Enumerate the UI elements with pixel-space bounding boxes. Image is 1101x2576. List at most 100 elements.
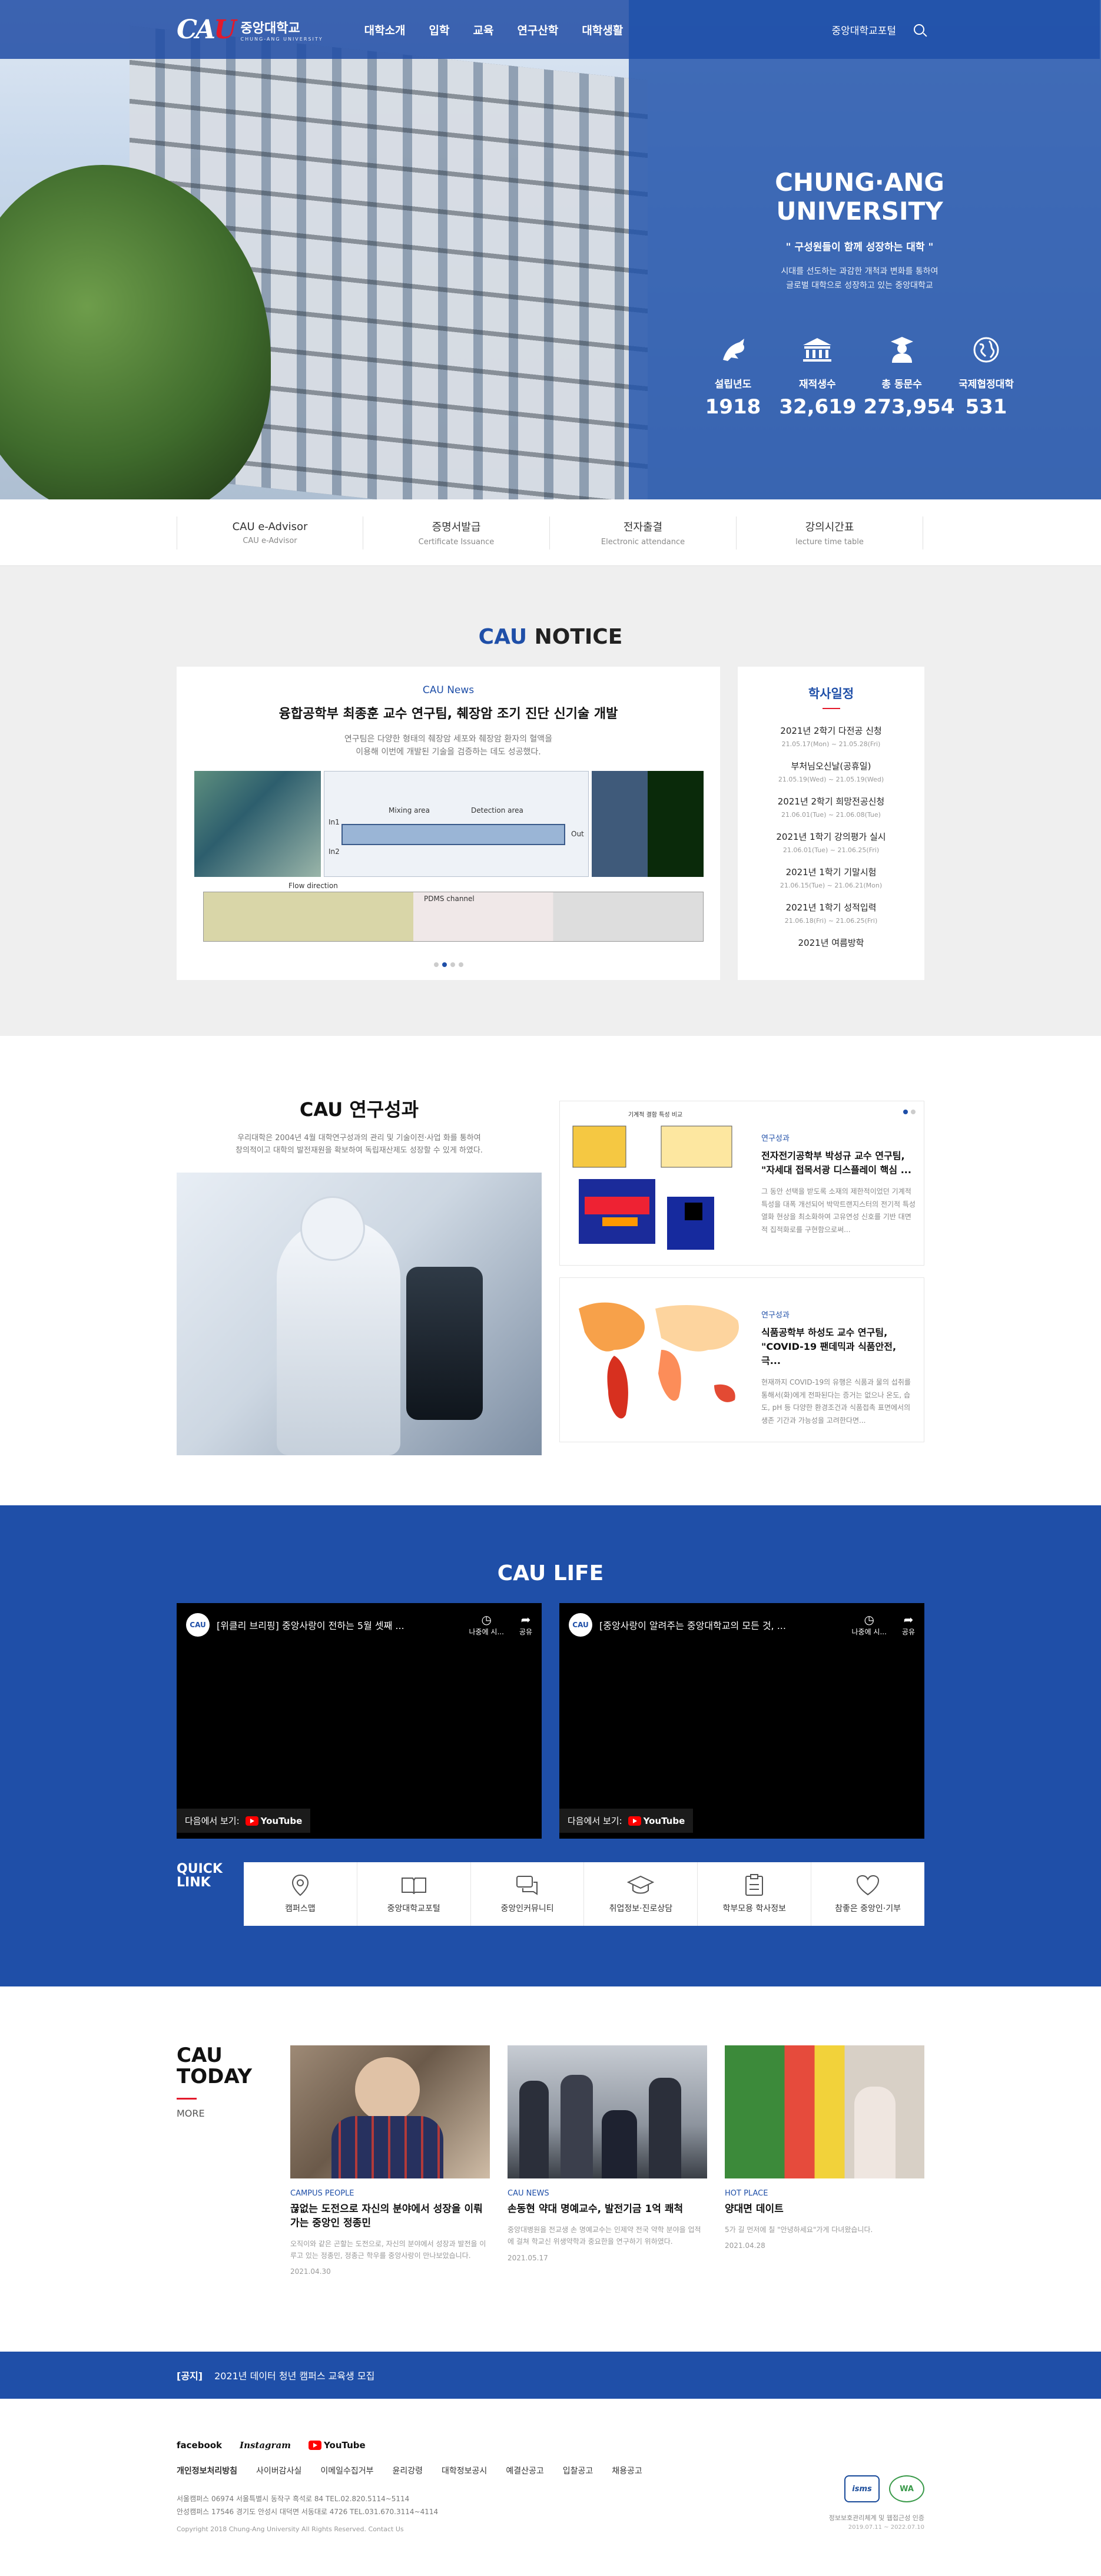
notice-text[interactable]: 2021년 데이터 청년 캠퍼스 교육생 모집: [214, 2368, 374, 2382]
calendar-item[interactable]: 부처님오신날(공휴일) 21.05.19(Wed) ~ 21.05.19(Wed): [750, 760, 913, 783]
youtube-icon[interactable]: YouTube: [309, 2440, 366, 2451]
calendar-item[interactable]: 2021년 1학기 기말시험 21.06.15(Tue) ~ 21.06.21(M…: [750, 866, 913, 889]
research-section: CAU 연구성과 우리대학은 2004년 4월 대학연구성과의 관리 및 기술이…: [0, 1036, 1101, 1505]
share-button[interactable]: ➦ 공유: [519, 1613, 532, 1637]
site-header: CAU 중앙대학교 CHUNG-ANG UNIVERSITY 대학소개 입학 교…: [0, 0, 1101, 59]
research-card[interactable]: 연구성과 식품공학부 하성도 교수 연구팀, "COVID-19 팬데믹과 식품안…: [559, 1277, 924, 1442]
video-player[interactable]: CAU [위클리 브리핑] 중앙사랑이 전하는 5월 셋째 ... ◷ 나중에 시…: [177, 1603, 542, 1839]
news-figure: Mixing area Detection area Flow directio…: [194, 770, 704, 948]
footer-link-bid[interactable]: 입찰공고: [563, 2465, 593, 2476]
today-card[interactable]: HOT PLACE 양대면 데이트 5가 길 먼저에 칠 "안녕하세요"가게 다…: [725, 2045, 924, 2276]
quick-link-community[interactable]: 중앙인커뮤니티: [471, 1862, 585, 1926]
video-title[interactable]: [위클리 브리핑] 중앙사랑이 전하는 5월 셋째 ...: [217, 1618, 462, 1632]
footer-link-budget[interactable]: 예결산공고: [506, 2465, 543, 2476]
hero-title: CHUNG·ANG UNIVERSITY: [775, 168, 944, 226]
today-card[interactable]: CAMPUS PEOPLE 끊없는 도전으로 자신의 분야에서 성장을 이뤄가는…: [290, 2045, 490, 2276]
footer-link-disclosure[interactable]: 대학정보공시: [442, 2465, 487, 2476]
calendar-item[interactable]: 2021년 2학기 다전공 신청 21.05.17(Mon) ~ 21.05.28…: [750, 724, 913, 748]
nav-campus-life[interactable]: 대학생활: [582, 22, 623, 38]
chat-icon: [471, 1873, 584, 1898]
footer-link-ethics[interactable]: 윤리강령: [393, 2465, 423, 2476]
footer: facebook Instagram YouTube 개인정보처리방침 사이버감…: [0, 2399, 1101, 2558]
watch-on-youtube[interactable]: 다음에서 보기: YouTube: [177, 1809, 311, 1833]
quick-link-parents[interactable]: 학부모용 학사정보: [698, 1862, 812, 1926]
research-card-category: 연구성과: [761, 1311, 790, 1320]
portal-link[interactable]: 중앙대학교포털: [832, 22, 896, 37]
research-card-title[interactable]: 식품공학부 하성도 교수 연구팀, "COVID-19 팬데믹과 식품안전, 극.…: [761, 1326, 917, 1368]
quick-link-donation[interactable]: 참좋은 중앙인·기부: [811, 1862, 924, 1926]
nav-about[interactable]: 대학소개: [364, 22, 406, 38]
clipboard-icon: [698, 1873, 811, 1898]
channel-avatar[interactable]: CAU: [569, 1613, 592, 1637]
footer-link-privacy[interactable]: 개인정보처리방침: [177, 2465, 237, 2476]
nav-admission[interactable]: 입학: [429, 22, 450, 38]
logo-english: CHUNG-ANG UNIVERSITY: [240, 36, 323, 42]
logo[interactable]: CAU 중앙대학교 CHUNG-ANG UNIVERSITY: [177, 15, 323, 45]
dragon-icon: [695, 335, 771, 365]
instagram-icon[interactable]: Instagram: [240, 2440, 291, 2451]
research-lab-photo: [177, 1172, 542, 1455]
quick-link-career[interactable]: 취업정보·진로상담: [584, 1862, 698, 1926]
logo-korean: 중앙대학교: [240, 21, 300, 36]
quick-link-campus-map[interactable]: 캠퍼스맵: [244, 1862, 357, 1926]
footer-links: 개인정보처리방침 사이버감사실 이메일수집거부 윤리강령 대학정보공시 예결산공…: [177, 2465, 924, 2476]
video-title[interactable]: [중앙사랑이 알려주는 중앙대학교의 모든 것, ...: [599, 1618, 844, 1632]
today-card-image: [290, 2045, 490, 2178]
hero-desc-line1: 시대를 선도하는 과감한 개척과 변화를 통하여: [781, 267, 938, 276]
building-icon: [779, 335, 855, 365]
life-title: CAU LIFE: [497, 1561, 604, 1585]
today-more-link[interactable]: MORE: [177, 2108, 290, 2119]
footer-link-email[interactable]: 이메일수집거부: [320, 2465, 373, 2476]
today-section: CAU TODAY MORE CAMPUS PEOPLE 끊없는 도전으로 자신의…: [0, 1986, 1101, 2352]
service-e-advisor[interactable]: CAU e-Advisor CAU e-Advisor: [177, 516, 363, 549]
footer-link-jobs[interactable]: 채용공고: [612, 2465, 642, 2476]
calendar-item[interactable]: 2021년 1학기 강의평가 실시 21.06.01(Tue) ~ 21.06.2…: [750, 830, 913, 854]
calendar-item[interactable]: 2021년 1학기 성적입력 21.06.18(Fri) ~ 21.06.25(F…: [750, 901, 913, 925]
academic-calendar-title[interactable]: 학사일정: [750, 684, 913, 716]
quick-link-portal[interactable]: 중앙대학교포털: [357, 1862, 471, 1926]
calendar-item[interactable]: 2021년 2학기 희망전공신청 21.06.01(Tue) ~ 21.06.08…: [750, 795, 913, 819]
today-title: CAU TODAY: [177, 2044, 252, 2088]
isms-badge: isms: [844, 2475, 880, 2502]
watch-later-button[interactable]: ◷ 나중에 시...: [851, 1613, 886, 1637]
svg-text:기계적 결함 특성 비교: 기계적 결함 특성 비교: [628, 1111, 682, 1118]
stat-students: 재적생수 32,619: [779, 335, 857, 419]
watch-on-youtube[interactable]: 다음에서 보기: YouTube: [559, 1809, 694, 1833]
notice-bar: [공지] 2021년 데이터 청년 캠퍼스 교육생 모집: [0, 2352, 1101, 2399]
news-pager[interactable]: [177, 962, 720, 967]
sns-links: facebook Instagram YouTube: [177, 2440, 924, 2451]
search-icon[interactable]: [914, 24, 924, 35]
news-card[interactable]: CAU News 융합공학부 최종훈 교수 연구팀, 췌장암 조기 진단 신기술…: [177, 667, 720, 980]
notice-title: CAU NOTICE: [478, 625, 623, 649]
channel-avatar[interactable]: CAU: [186, 1613, 210, 1637]
watch-later-button[interactable]: ◷ 나중에 시...: [469, 1613, 503, 1637]
news-headline[interactable]: 융합공학부 최종훈 교수 연구팀, 췌장암 조기 진단 신기술 개발: [194, 703, 702, 722]
service-timetable[interactable]: 강의시간표 lecture time table: [737, 516, 923, 549]
nav-research[interactable]: 연구산학: [517, 22, 558, 38]
service-bar: CAU e-Advisor CAU e-Advisor 증명서발급 Certif…: [0, 499, 1101, 566]
footer-link-audit[interactable]: 사이버감사실: [256, 2465, 301, 2476]
facebook-icon[interactable]: facebook: [177, 2440, 222, 2451]
clock-icon: ◷: [864, 1613, 874, 1627]
hero-desc-line2: 글로벌 대학으로 성장하고 있는 중앙대학교: [786, 280, 933, 290]
share-icon: ➦: [520, 1613, 531, 1627]
service-attendance[interactable]: 전자출결 Electronic attendance: [550, 516, 737, 549]
calendar-item[interactable]: 2021년 여름방학: [750, 936, 913, 949]
news-category: CAU News: [422, 684, 475, 696]
research-card[interactable]: 기계적 결함 특성 비교 연구성과 전자전기공학부 박성규 교수 연구팀, "자세…: [559, 1101, 924, 1266]
video-player[interactable]: CAU [중앙사랑이 알려주는 중앙대학교의 모든 것, ... ◷ 나중에 시.…: [559, 1603, 924, 1839]
today-card[interactable]: CAU NEWS 손동현 약대 명예교수, 발전기금 1억 쾌척 중앙대병원을 …: [508, 2045, 707, 2276]
service-certificate[interactable]: 증명서발급 Certificate Issuance: [363, 516, 550, 549]
nav-education[interactable]: 교육: [473, 22, 493, 38]
stat-partners: 국제협정대학 531: [948, 335, 1024, 419]
logo-mark: CAU: [177, 14, 237, 45]
research-pager[interactable]: [903, 1110, 916, 1114]
hero-info: CHUNG·ANG UNIVERSITY " 구성원들이 함께 성장하는 대학 …: [695, 168, 1024, 419]
research-card-category: 연구성과: [761, 1134, 790, 1143]
hero-section: CHUNG·ANG UNIVERSITY " 구성원들이 함께 성장하는 대학 …: [0, 0, 1101, 499]
share-button[interactable]: ➦ 공유: [902, 1613, 915, 1637]
hero-slogan: " 구성원들이 함께 성장하는 대학 ": [785, 241, 934, 253]
research-card-title[interactable]: 전자전기공학부 박성규 교수 연구팀, "자세대 접목서광 디스플레이 핵심 ..…: [761, 1149, 917, 1177]
quick-link-bar: QUICK LINK 캠퍼스맵 중앙대학교포털 중앙인커뮤니티 취업정보·진로상담: [177, 1862, 924, 1926]
footer-address: 서울캠퍼스 06974 서울특별시 동작구 흑석로 84 TEL.02.820.…: [177, 2495, 439, 2516]
